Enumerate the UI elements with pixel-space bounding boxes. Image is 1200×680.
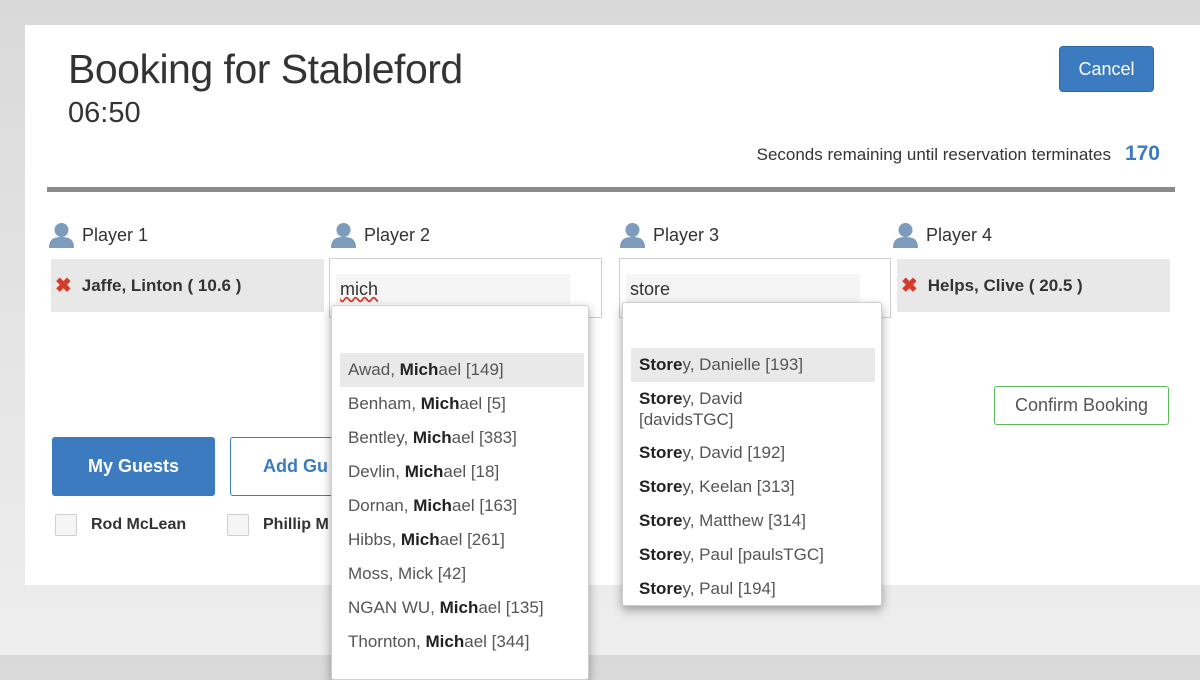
dropdown-option[interactable]: Storey, David [davidsTGC] (631, 382, 807, 436)
remove-icon[interactable]: ✖ (901, 273, 918, 298)
player-4-slot: ✖ Helps, Clive ( 20.5 ) (897, 259, 1170, 312)
player-3-label: Player 3 (653, 224, 720, 245)
dropdown-option[interactable]: Storey, Matthew [314] (631, 504, 875, 538)
player-4-name: Helps, Clive ( 20.5 ) (927, 275, 1083, 295)
dropdown-option[interactable]: Storey, Paul [paulsTGC] (631, 538, 875, 572)
dropdown-option[interactable]: Storey, Paul [194] (631, 572, 875, 606)
dropdown-option[interactable]: Dornan, Michael [163] (340, 489, 588, 523)
person-icon (48, 222, 75, 248)
player-3-results-dropdown: Storey, Danielle [193] Storey, David [da… (622, 302, 882, 606)
page-title: Booking for Stableford (68, 46, 463, 92)
guest-checkbox[interactable] (227, 514, 249, 536)
cancel-button[interactable]: Cancel (1059, 46, 1154, 92)
person-icon (892, 222, 919, 248)
dropdown-option[interactable]: Thornton, Michael [344] (340, 625, 588, 659)
player-4-header: Player 4 (892, 222, 992, 248)
person-icon (619, 222, 646, 248)
player-2-header: Player 2 (330, 222, 430, 248)
dropdown-option[interactable]: Awad, Michael [149] (340, 353, 584, 387)
player-1-slot: ✖ Jaffe, Linton ( 10.6 ) (51, 259, 324, 312)
booking-panel: Booking for Stableford 06:50 Cancel Seco… (25, 25, 1200, 680)
guest-option: Rod McLean (55, 514, 186, 536)
guest-name: Rod McLean (91, 516, 187, 533)
player-1-name: Jaffe, Linton ( 10.6 ) (81, 275, 242, 295)
player-2-search-input[interactable]: mich (336, 274, 570, 304)
dropdown-option[interactable]: NGAN WU, Michael [135] (340, 591, 588, 625)
dropdown-option[interactable]: Bentley, Michael [383] (340, 421, 588, 455)
person-icon (330, 222, 357, 248)
remove-icon[interactable]: ✖ (55, 273, 72, 298)
header-divider (47, 187, 1175, 192)
my-guests-button[interactable]: My Guests (52, 437, 215, 496)
dropdown-option[interactable]: Hibbs, Michael [261] (340, 523, 588, 557)
player-2-results-dropdown: Awad, Michael [149] Benham, Michael [5] … (331, 305, 589, 680)
player-2-label: Player 2 (364, 224, 431, 245)
player-1-header: Player 1 (48, 222, 148, 248)
dropdown-option[interactable]: Moss, Mick [42] (340, 557, 588, 591)
guest-option: Phillip M (227, 514, 329, 536)
dropdown-option[interactable]: Devlin, Michael [18] (340, 455, 588, 489)
dropdown-option[interactable]: Storey, David [192] (631, 436, 875, 470)
player-3-header: Player 3 (619, 222, 719, 248)
timer-label: Seconds remaining until reservation term… (756, 145, 1111, 164)
dropdown-option[interactable]: Benham, Michael [5] (340, 387, 588, 421)
player-1-label: Player 1 (82, 224, 149, 245)
timer-value: 170 (1124, 142, 1160, 165)
guest-checkbox[interactable] (55, 514, 77, 536)
reservation-timer: Seconds remaining until reservation term… (757, 142, 1160, 166)
dropdown-option[interactable]: Storey, Danielle [193] (631, 348, 875, 382)
tee-time: 06:50 (68, 97, 141, 129)
player-3-search-input[interactable]: store (626, 274, 860, 304)
dropdown-option[interactable]: Storey, Keelan [313] (631, 470, 875, 504)
guest-name: Phillip M (263, 516, 329, 533)
confirm-booking-button[interactable]: Confirm Booking (994, 386, 1169, 425)
player-4-label: Player 4 (926, 224, 993, 245)
